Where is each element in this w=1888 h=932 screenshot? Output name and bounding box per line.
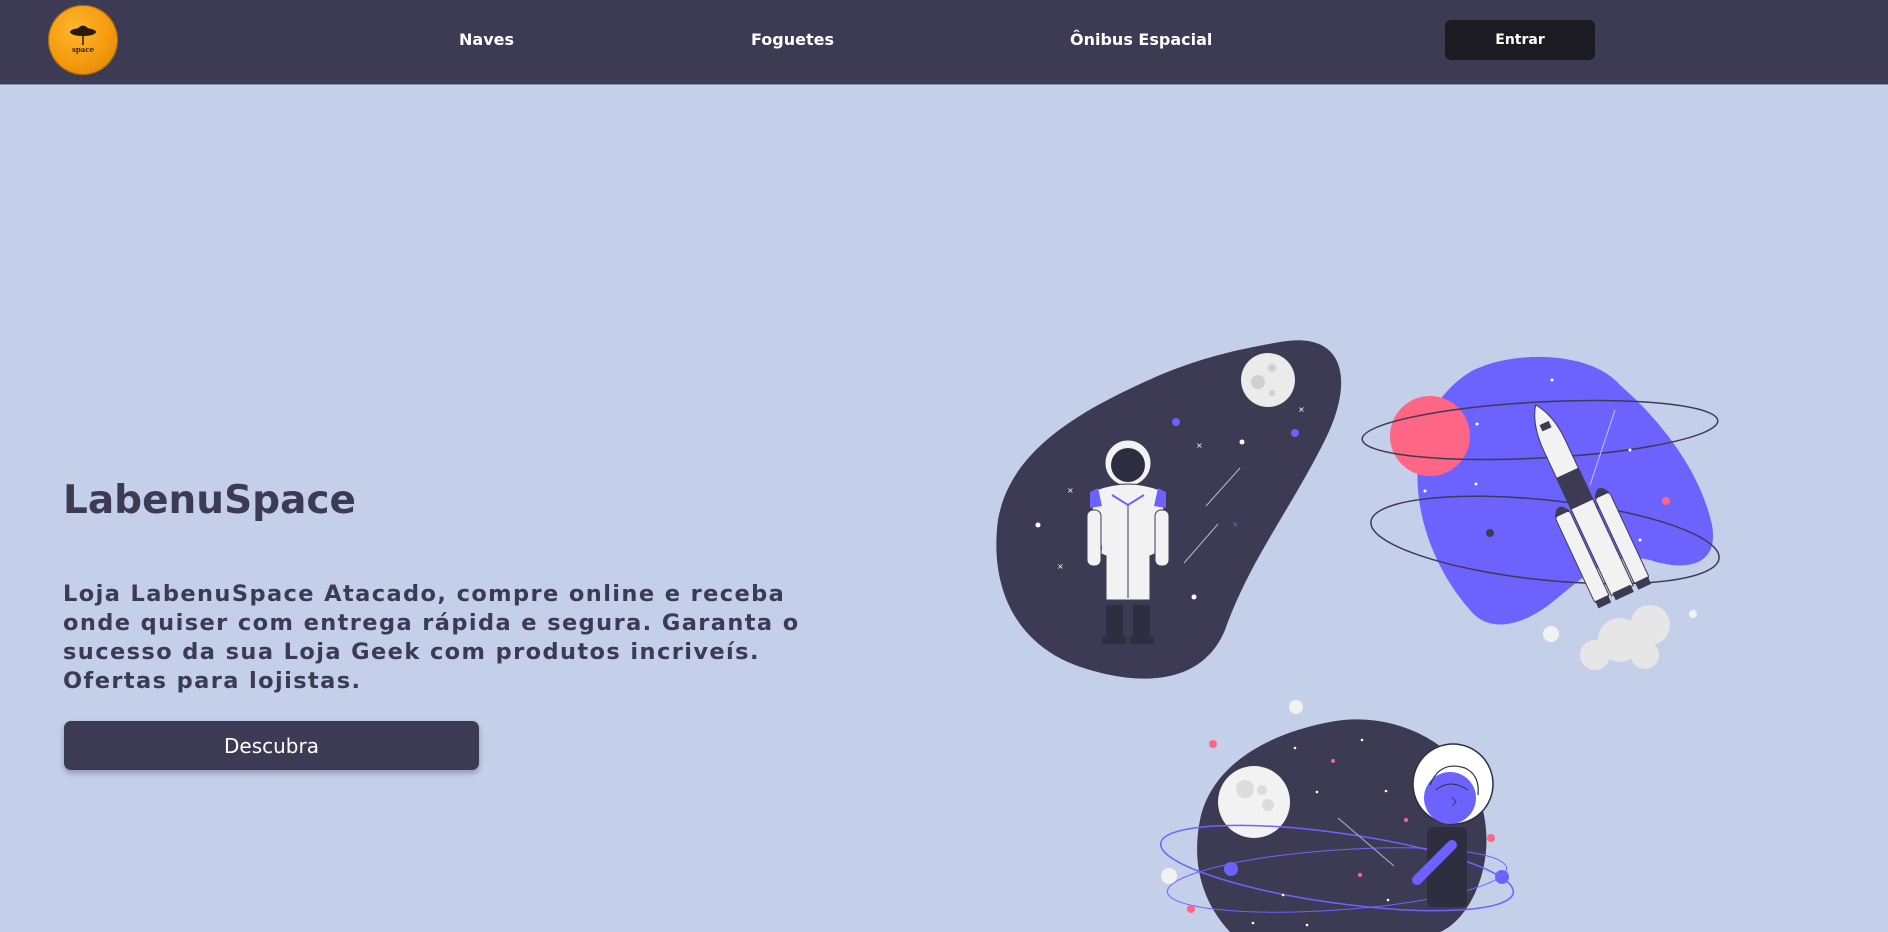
rocket-illustration — [1361, 356, 1720, 670]
svg-text:×: × — [1232, 520, 1239, 529]
svg-text:×: × — [1196, 441, 1203, 450]
svg-text:×: × — [1298, 405, 1305, 414]
space-explorer-illustration — [1159, 700, 1515, 932]
astronaut-illustration: × × × × × — [996, 340, 1342, 679]
space-illustrations: × × × × × — [996, 340, 1720, 932]
svg-text:×: × — [1067, 486, 1074, 495]
svg-text:×: × — [1057, 562, 1064, 571]
